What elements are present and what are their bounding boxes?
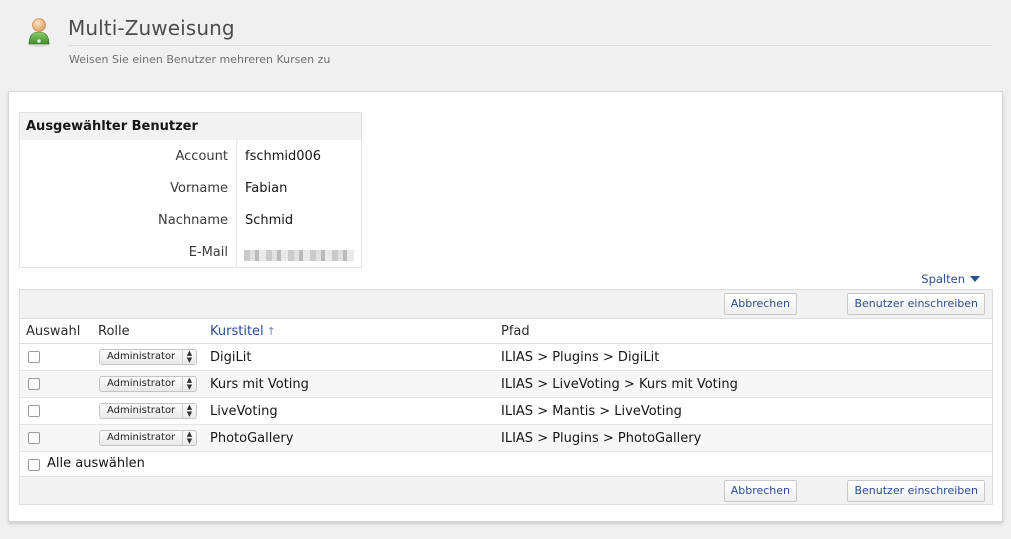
updown-arrows-icon: ▲ ▼ (182, 404, 196, 418)
firstname-label: Vorname (170, 181, 228, 196)
table-row: Administrator ▲ ▼ Kurs mit Voting ILIAS > … (20, 371, 992, 398)
triangle-down-icon (970, 276, 980, 282)
user-icon (28, 18, 50, 47)
columns-toggle-label: Spalten (921, 272, 965, 286)
updown-arrows-icon: ▲ ▼ (182, 431, 196, 445)
columns-toggle[interactable]: Spalten (921, 272, 980, 286)
cancel-button[interactable]: Abbrechen (723, 480, 797, 502)
page-title: Multi-Zuweisung (68, 16, 235, 40)
role-select[interactable]: Administrator ▲ ▼ (99, 349, 197, 365)
course-title: DigiLit (210, 350, 252, 365)
enroll-user-button[interactable]: Benutzer einschreiben (847, 480, 985, 502)
email-label: E-Mail (188, 245, 228, 260)
table-row: Administrator ▲ ▼ PhotoGallery ILIAS > Plu… (20, 425, 992, 452)
info-separator (236, 204, 237, 236)
info-separator (236, 236, 237, 268)
row-checkbox[interactable] (28, 432, 40, 444)
cancel-button[interactable]: Abbrechen (723, 293, 797, 315)
course-path: ILIAS > LiveVoting > Kurs mit Voting (501, 377, 738, 392)
info-row-email: E-Mail (20, 236, 361, 268)
row-checkbox[interactable] (28, 405, 40, 417)
enroll-user-button[interactable]: Benutzer einschreiben (847, 293, 985, 315)
role-select[interactable]: Administrator ▲ ▼ (99, 376, 197, 392)
select-all-checkbox[interactable] (28, 459, 40, 471)
info-row-lastname: Nachname Schmid (20, 204, 361, 236)
updown-arrows-icon: ▲ ▼ (182, 377, 196, 391)
lastname-value: Schmid (245, 213, 294, 228)
role-select[interactable]: Administrator ▲ ▼ (99, 403, 197, 419)
role-select[interactable]: Administrator ▲ ▼ (99, 430, 197, 446)
header-select: Auswahl (26, 324, 81, 339)
title-divider (68, 45, 992, 46)
course-title: Kurs mit Voting (210, 377, 309, 392)
role-select-value: Administrator (107, 378, 176, 389)
selected-user-heading: Ausgewählter Benutzer (20, 113, 361, 140)
lastname-label: Nachname (158, 213, 228, 228)
info-row-firstname: Vorname Fabian (20, 172, 361, 204)
info-separator (236, 140, 237, 172)
header-course-title[interactable]: Kurstitel ↑ (210, 324, 276, 339)
header-course-title-label: Kurstitel (210, 324, 264, 339)
table-toolbar-top: Abbrechen Benutzer einschreiben (20, 290, 992, 319)
info-row-account: Account fschmid006 (20, 140, 361, 172)
course-path: ILIAS > Mantis > LiveVoting (501, 404, 682, 419)
firstname-value: Fabian (245, 181, 288, 196)
row-checkbox[interactable] (28, 351, 40, 363)
page-subtitle: Weisen Sie einen Benutzer mehreren Kurse… (69, 53, 331, 66)
course-path: ILIAS > Plugins > PhotoGallery (501, 431, 702, 446)
course-title: PhotoGallery (210, 431, 294, 446)
role-select-value: Administrator (107, 351, 176, 362)
email-value-redacted (244, 250, 354, 261)
row-checkbox[interactable] (28, 378, 40, 390)
updown-arrows-icon: ▲ ▼ (182, 350, 196, 364)
account-label: Account (175, 149, 229, 164)
sort-ascending-icon: ↑ (266, 325, 276, 338)
page-header: Multi-Zuweisung Weisen Sie einen Benutze… (0, 0, 1011, 90)
table-row: Administrator ▲ ▼ DigiLit ILIAS > Plugins … (20, 344, 992, 371)
content-panel: Ausgewählter Benutzer Account fschmid006… (8, 91, 1003, 522)
table-header: Auswahl Rolle Kurstitel ↑ Pfad (20, 319, 992, 344)
course-table: Abbrechen Benutzer einschreiben Auswahl … (19, 289, 993, 505)
account-value: fschmid006 (245, 149, 322, 164)
table-toolbar-bottom: Abbrechen Benutzer einschreiben (20, 476, 992, 504)
info-separator (236, 172, 237, 204)
course-title: LiveVoting (210, 404, 278, 419)
selected-user-info: Ausgewählter Benutzer Account fschmid006… (19, 112, 362, 268)
header-path: Pfad (501, 324, 530, 339)
table-row: Administrator ▲ ▼ LiveVoting ILIAS > Manti… (20, 398, 992, 425)
role-select-value: Administrator (107, 405, 176, 416)
select-all-label[interactable]: Alle auswählen (47, 456, 145, 471)
header-role: Rolle (98, 324, 130, 339)
role-select-value: Administrator (107, 432, 176, 443)
course-path: ILIAS > Plugins > DigiLit (501, 350, 660, 365)
select-all-row: Alle auswählen (20, 452, 992, 477)
